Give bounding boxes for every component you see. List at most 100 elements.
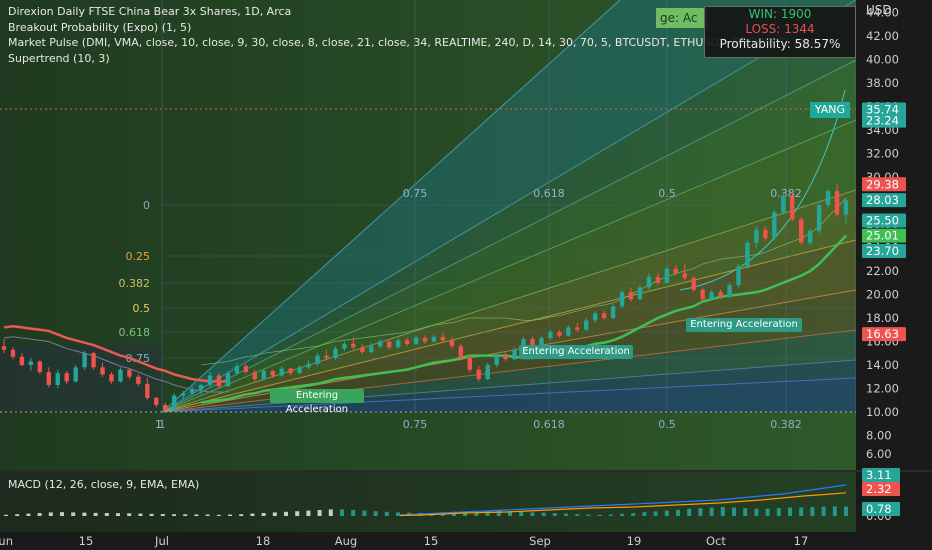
candle-body — [109, 374, 114, 382]
price-label: 29.38 — [866, 177, 899, 191]
macd-histogram-bar — [194, 514, 199, 516]
price-chart[interactable]: 0 0.25 0.382 0.5 0.618 0.75 1 0.75 0.618 0.5 0.382… — [0, 0, 932, 550]
macd-histogram-bar — [328, 509, 333, 516]
macd-histogram-bar — [138, 513, 143, 516]
macd-label: 0.78 — [866, 502, 892, 516]
x-tick-label: 15 — [79, 534, 94, 548]
candle-body — [252, 372, 258, 380]
macd-histogram-bar — [620, 513, 624, 516]
candle-body — [584, 320, 589, 330]
macd-histogram-bar — [698, 508, 703, 516]
macd-histogram-bar — [384, 511, 389, 516]
macd-histogram-bar — [575, 514, 580, 516]
candle-body — [494, 355, 499, 365]
y-tick-label: 10.00 — [866, 405, 899, 419]
candle-body — [790, 195, 795, 220]
candle-body — [843, 200, 849, 215]
candle-body — [351, 343, 356, 348]
candle-body — [422, 337, 428, 342]
candle-body — [19, 356, 25, 365]
macd-histogram-bar — [205, 514, 210, 516]
macd-histogram-bar — [261, 513, 266, 516]
candle-body — [816, 205, 822, 232]
price-label: 28.03 — [866, 193, 899, 207]
candle-body — [243, 366, 249, 373]
macd-histogram-bar — [664, 510, 669, 516]
macd-histogram-bar — [284, 511, 288, 516]
candle-body — [386, 341, 392, 348]
candle-body — [512, 349, 517, 360]
macd-histogram-bar — [351, 510, 356, 516]
indicator-market-pulse[interactable]: Market Pulse (DMI, VMA, close, 10, close… — [8, 35, 816, 51]
macd-histogram-bar — [4, 514, 8, 516]
candle-body — [700, 289, 705, 300]
candle-body — [754, 229, 759, 243]
annotation-entering-acceleration-2: Entering Acceleration — [519, 345, 633, 359]
macd-histogram-bar — [799, 507, 804, 516]
fib-bottom-label: 0.75 — [403, 418, 428, 431]
candle-body — [73, 367, 78, 382]
macd-y-tick: 6.00 — [866, 447, 892, 461]
candle-body — [180, 393, 186, 396]
candle-body — [539, 337, 544, 346]
y-tick-label: 22.00 — [866, 264, 899, 278]
macd-histogram-bar — [788, 507, 792, 516]
chart-root: 0 0.25 0.382 0.5 0.618 0.75 1 0.75 0.618 0.5 0.382… — [0, 0, 932, 550]
symbol-compare-tag[interactable]: YANG — [810, 102, 850, 118]
status-tag: ge: Ac — [656, 8, 708, 28]
y-tick-label: 12.00 — [866, 382, 899, 396]
candle-body — [413, 337, 419, 344]
y-tick-label: 20.00 — [866, 288, 899, 302]
candle-body — [709, 292, 714, 300]
candle-body — [145, 383, 150, 398]
x-tick-label: Aug — [335, 534, 357, 548]
candle-body — [548, 332, 553, 338]
candle-body — [431, 336, 437, 342]
macd-histogram-bar — [48, 512, 53, 516]
macd-histogram-bar — [519, 511, 524, 516]
y-tick-label: 44.00 — [866, 6, 899, 20]
candle-body — [163, 404, 168, 410]
macd-histogram-bar — [183, 514, 188, 516]
x-tick-label: Jul — [154, 534, 169, 548]
macd-histogram-bar — [631, 513, 636, 516]
candle-body — [807, 231, 813, 243]
candle-body — [610, 306, 616, 318]
candle-body — [297, 367, 302, 374]
candle-body — [207, 375, 213, 385]
macd-histogram-bar — [597, 514, 602, 516]
fib-level-label: 0.618 — [119, 326, 151, 339]
candle-body — [288, 368, 293, 374]
x-tick-label: 15 — [424, 534, 439, 548]
macd-histogram-bar — [272, 512, 277, 516]
macd-legend[interactable]: MACD (12, 26, close, 9, EMA, EMA) — [8, 478, 199, 491]
macd-histogram-bar — [172, 514, 176, 516]
candle-body — [503, 355, 508, 360]
macd-histogram-bar — [642, 512, 647, 516]
macd-histogram-bar — [732, 507, 736, 516]
macd-histogram-bar — [496, 510, 501, 516]
x-tick-label: 17 — [794, 534, 809, 548]
macd-histogram-bar — [608, 514, 613, 516]
fib-top-label: 0.75 — [403, 187, 428, 200]
candle-body — [628, 292, 634, 300]
candle-body — [46, 372, 51, 385]
indicator-supertrend[interactable]: Supertrend (10, 3) — [8, 51, 816, 67]
macd-histogram-bar — [530, 512, 535, 516]
macd-histogram-bar — [709, 507, 714, 516]
candle-body — [369, 346, 374, 353]
candle-body — [646, 276, 652, 288]
candle-body — [100, 367, 105, 375]
macd-histogram-bar — [340, 509, 344, 516]
macd-histogram-bar — [15, 514, 20, 516]
macd-histogram-bar — [810, 507, 815, 516]
y-tick-label: 14.00 — [866, 358, 899, 372]
macd-histogram-bar — [832, 506, 837, 516]
candle-body — [378, 341, 383, 347]
candle-body — [225, 373, 231, 387]
candle-body — [799, 219, 804, 243]
candle-body — [682, 273, 687, 279]
candle-body — [566, 327, 571, 336]
candle-body — [655, 276, 661, 283]
fib-bottom-label: 0.5 — [658, 418, 676, 431]
